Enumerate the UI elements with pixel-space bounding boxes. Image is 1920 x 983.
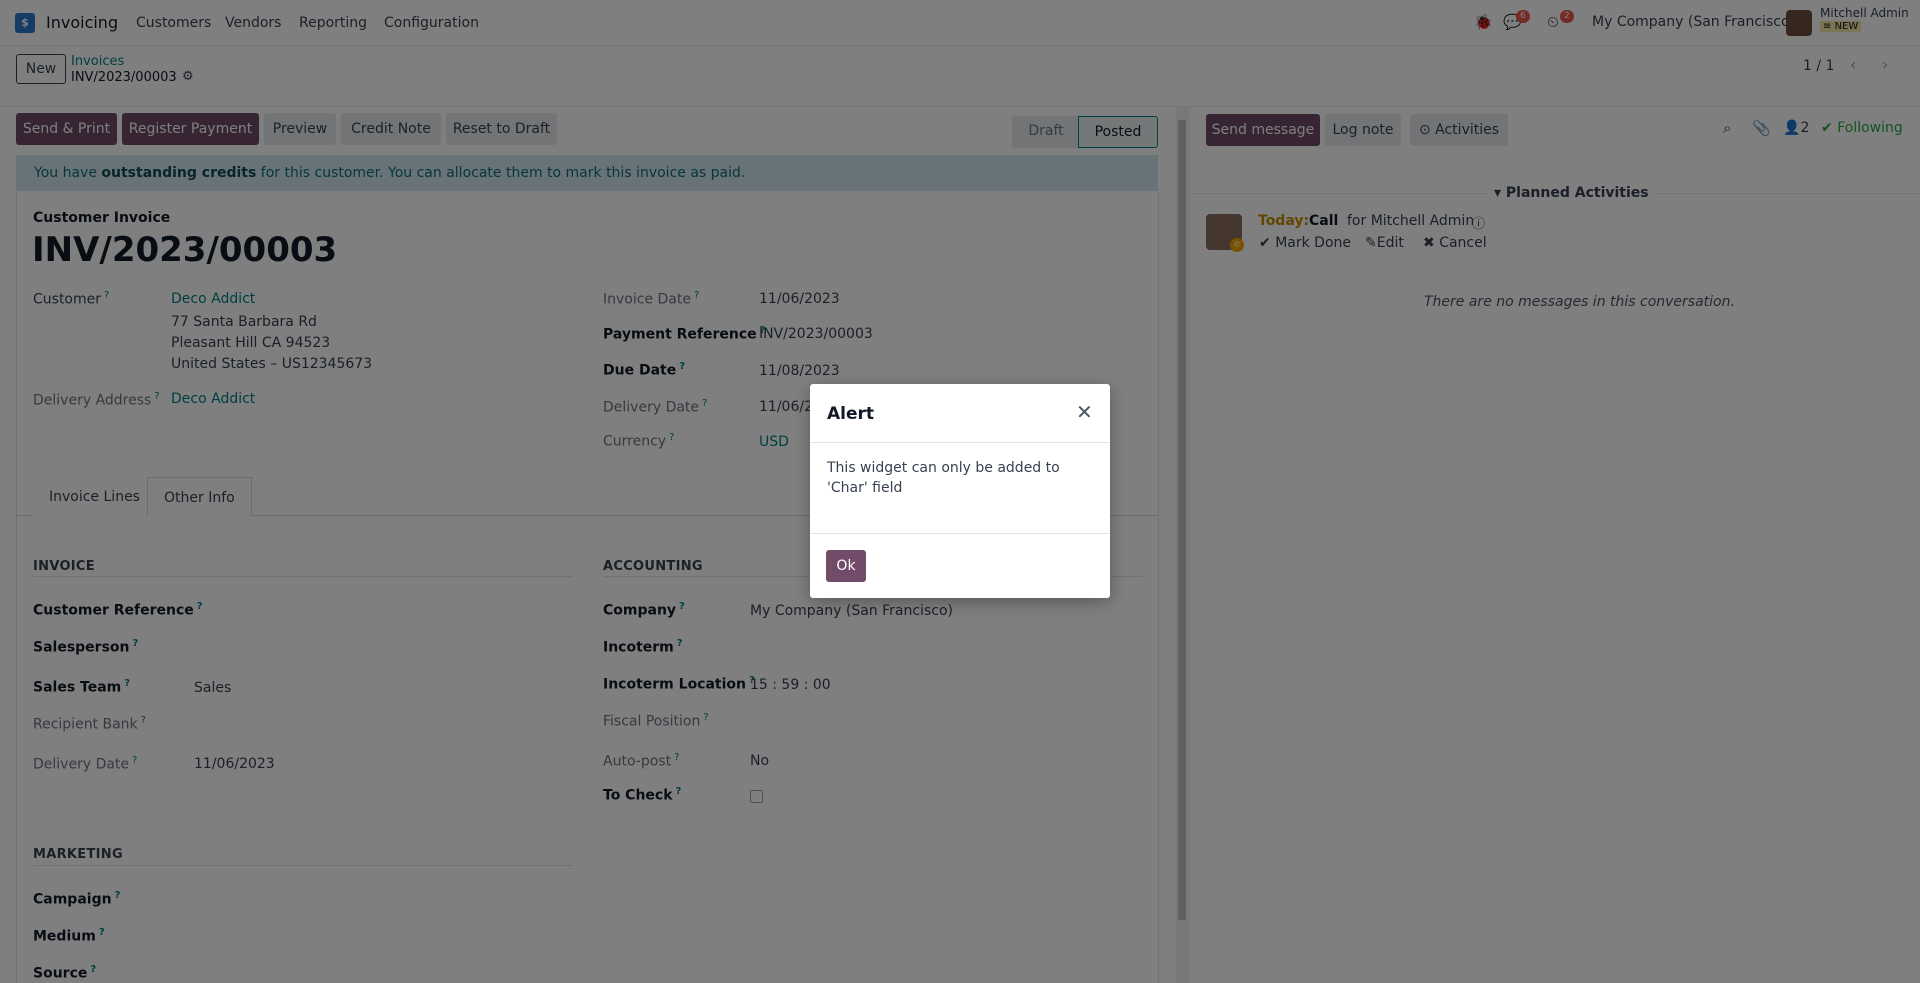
- modal-footer-divider: [810, 533, 1110, 534]
- modal-header-divider: [810, 442, 1110, 443]
- alert-title: Alert: [827, 404, 875, 424]
- alert-message: This widget can only be added to 'Char' …: [827, 460, 1060, 496]
- close-icon[interactable]: ✕: [1076, 400, 1093, 424]
- ok-button[interactable]: Ok: [826, 550, 866, 582]
- alert-dialog: Alert ✕ This widget can only be added to…: [810, 384, 1110, 598]
